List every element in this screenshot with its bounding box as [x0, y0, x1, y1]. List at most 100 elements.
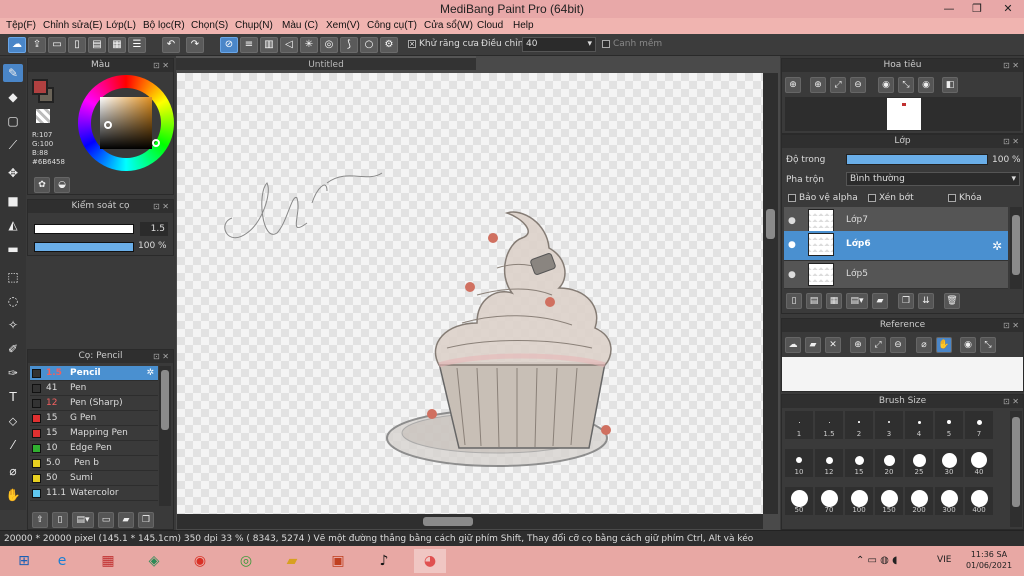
brush-tool-icon[interactable]: ✎ [3, 64, 23, 82]
menu-color[interactable]: Màu (C) [282, 20, 318, 31]
brush-size-cell[interactable]: 40 [965, 449, 993, 477]
brush-size-cell[interactable]: 1 [785, 411, 813, 439]
export-icon[interactable]: ▦ [108, 37, 126, 53]
eraser-tool-icon[interactable]: ◆ [3, 88, 23, 106]
brush-size-cell[interactable]: 25 [905, 449, 933, 477]
brush-size-cell[interactable]: 100 [845, 487, 873, 515]
bucket-tool-icon[interactable]: ◭ [3, 216, 23, 234]
list-icon[interactable]: ☰ [128, 37, 146, 53]
save-brush-icon[interactable]: ▭ [98, 512, 114, 528]
open-folder-icon[interactable]: ▰ [805, 337, 821, 353]
brush-size-cell[interactable]: 30 [935, 449, 963, 477]
powerpoint-icon[interactable]: ▣ [322, 549, 354, 573]
flip-icon[interactable]: ◧ [942, 77, 958, 93]
trash-icon[interactable]: 🗑 [944, 293, 960, 309]
clipping-checkbox[interactable] [868, 193, 876, 202]
brush-size-cell[interactable]: 200 [905, 487, 933, 515]
color-picker-cursor[interactable] [104, 121, 112, 129]
comment-icon[interactable]: ▭ [48, 37, 66, 53]
hand-tool-icon[interactable]: ✋ [3, 486, 23, 504]
menu-view[interactable]: Xem(V) [326, 20, 360, 31]
transparent-color-swatch[interactable] [36, 109, 50, 123]
snap-off-icon[interactable]: ⊘ [220, 37, 238, 53]
foreground-color-swatch[interactable] [32, 79, 48, 95]
file-explorer-icon[interactable]: ▰ [276, 549, 308, 573]
brush-size-scrollbar[interactable] [1010, 411, 1022, 527]
rectangle-tool-icon[interactable]: ▢ [3, 112, 23, 130]
layer-item-lop5[interactable]: ● Lớp5 [784, 261, 1008, 289]
cloud-download-icon[interactable]: ☁ [785, 337, 801, 353]
brush-size-value[interactable]: 1.5 [140, 222, 168, 236]
brush-opacity-slider[interactable] [34, 242, 134, 252]
smooth-checkbox[interactable] [602, 39, 610, 48]
edge-browser-icon[interactable]: e [46, 549, 78, 573]
operation-tool-icon[interactable]: ⬦ [3, 412, 23, 430]
text-tool-icon[interactable]: T [3, 388, 23, 406]
copy-brush-icon[interactable]: ❐ [138, 512, 154, 528]
antialias-checkbox[interactable]: × [408, 39, 416, 48]
reset-icon[interactable]: ⤡ [980, 337, 996, 353]
save-icon[interactable]: ▤ [88, 37, 106, 53]
halftone-layer-icon[interactable]: ▦ [826, 293, 842, 309]
greenshot-icon[interactable]: ◎ [230, 549, 262, 573]
brush-item-g-pen[interactable]: 15 G Pen [30, 411, 158, 426]
dot-tool-icon[interactable]: ⟋ [3, 136, 23, 154]
fit-icon[interactable]: ⤢ [830, 77, 846, 93]
magic-wand-icon[interactable]: ✧ [3, 316, 23, 334]
brush-item-pen[interactable]: 41 Pen [30, 381, 158, 396]
cloud-icon[interactable]: ☁ [8, 37, 26, 53]
chrome-icon[interactable]: ◉ [184, 549, 216, 573]
brush-item-pen-b[interactable]: 5.0 Pen b [30, 456, 158, 471]
radial-snap-icon[interactable]: ✳ [300, 37, 318, 53]
rotate-icon[interactable]: ◉ [960, 337, 976, 353]
perspective-snap-icon[interactable]: ◁ [280, 37, 298, 53]
merge-layer-icon[interactable]: ⇊ [918, 293, 934, 309]
menu-filter[interactable]: Bộ lọc(R) [143, 20, 185, 31]
parallel-snap-icon[interactable]: ≡ [240, 37, 258, 53]
drawing-canvas[interactable] [177, 73, 763, 514]
minimize-button[interactable]: — [934, 0, 964, 18]
settings-gear-icon[interactable]: ⚙ [380, 37, 398, 53]
zoom-in-icon[interactable]: ⊕ [785, 77, 801, 93]
select-pen-icon[interactable]: ✐ [3, 340, 23, 358]
brush-size-cell[interactable]: 12 [815, 449, 843, 477]
hue-picker-cursor[interactable] [152, 139, 160, 147]
layer-opacity-slider[interactable] [846, 154, 988, 165]
menu-edit[interactable]: Chỉnh sửa(E) [43, 20, 103, 31]
menu-capture[interactable]: Chụp(N) [235, 20, 273, 31]
hand-icon[interactable]: ✋ [936, 337, 952, 353]
folder-icon[interactable]: ▰ [872, 293, 888, 309]
menu-help[interactable]: Help [513, 20, 534, 31]
eye-icon[interactable]: ● [788, 270, 796, 280]
close-icon[interactable]: ✕ [825, 337, 841, 353]
layer-scrollbar[interactable] [1010, 207, 1022, 289]
menu-cloud[interactable]: Cloud [477, 20, 503, 31]
rotate-right-icon[interactable]: ◉ [918, 77, 934, 93]
menu-select[interactable]: Chọn(S) [191, 20, 228, 31]
layer-menu-icon[interactable]: ▤▾ [846, 293, 868, 309]
brush-menu-icon[interactable]: ▤▾ [72, 512, 94, 528]
protect-alpha-checkbox[interactable] [788, 193, 796, 202]
brush-list-scrollbar[interactable] [159, 366, 171, 506]
brush-item-pencil[interactable]: 1.5 Pencil ✲ [30, 366, 158, 381]
lock-checkbox[interactable] [948, 193, 956, 202]
undo-icon[interactable]: ↶ [162, 37, 180, 53]
brush-size-cell[interactable]: 3 [875, 411, 903, 439]
zoom-in-icon[interactable]: ⊕ [850, 337, 866, 353]
gradient-tool-icon[interactable]: ▬ [3, 240, 23, 258]
blend-select[interactable]: Bình thường ▾ [846, 172, 1020, 186]
circle-snap-icon[interactable]: ○ [360, 37, 378, 53]
eyedropper-icon[interactable]: ⌀ [916, 337, 932, 353]
zoom-out-icon[interactable]: ⊖ [850, 77, 866, 93]
panel-menu-icon[interactable]: ⊡ ✕ [153, 59, 169, 72]
medibang-taskbar-icon[interactable]: ◕ [414, 549, 446, 573]
new-layer-icon-2[interactable]: ▤ [806, 293, 822, 309]
new-file-icon[interactable]: ▯ [68, 37, 86, 53]
brush-item-sumi[interactable]: 50 Sumi [30, 471, 158, 486]
eye-icon[interactable]: ● [788, 240, 796, 250]
eyedropper-icon[interactable]: ⌀ [3, 462, 23, 480]
maximize-button[interactable]: ❐ [962, 0, 992, 18]
brush-size-cell[interactable]: 50 [785, 487, 813, 515]
brush-size-cell[interactable]: 15 [845, 449, 873, 477]
brush-item-edge-pen[interactable]: 10 Edge Pen [30, 441, 158, 456]
